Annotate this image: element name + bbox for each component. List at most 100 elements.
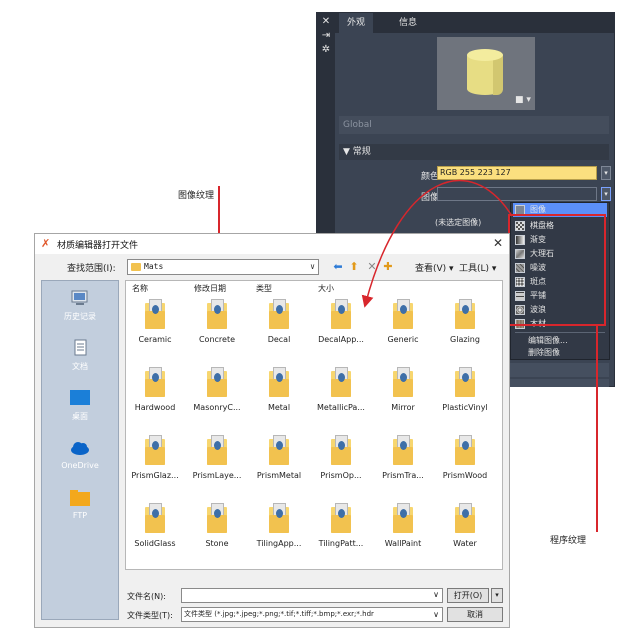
open-options-button[interactable]: ▾ [491,588,503,603]
place-documents[interactable]: 文档 [42,335,118,383]
place-desktop[interactable]: 桌面 [42,385,118,433]
tools-menu-button[interactable]: 工具(L) ▾ [459,261,496,274]
material-name-field[interactable]: Global [339,116,609,134]
chevron-down-icon: ▾ [526,95,531,105]
color-field[interactable]: RGB 255 223 127 [437,166,597,180]
close-icon[interactable]: ✕ [493,236,503,250]
file-item[interactable]: TilingPatt... [312,503,370,563]
preview-shape-icon: ■ [515,95,524,105]
menu-item-delete-image[interactable]: 删除图像 [528,347,560,358]
preview-options-button[interactable]: ■ ▾ [515,95,531,105]
color-dropdown-button[interactable]: ▾ [601,166,611,180]
file-item[interactable]: Hardwood [126,367,184,427]
material-folder-icon [455,435,475,465]
file-item[interactable]: PrismOp... [312,435,370,495]
back-arrow-icon[interactable]: ⬅ [331,260,345,274]
column-header-name[interactable]: 名称 [132,283,148,294]
file-name-label: 文件名(N): [127,592,166,601]
file-item[interactable]: Water [436,503,494,563]
file-item[interactable]: Decal [250,299,308,359]
file-name: Hardwood [134,403,176,412]
material-folder-icon [207,435,227,465]
dialog-title: 材质编辑器打开文件 [57,241,139,251]
material-folder-icon [269,435,289,465]
file-name: WallPaint [384,539,422,548]
file-item[interactable]: Ceramic [126,299,184,359]
material-folder-icon [145,367,165,397]
file-item[interactable]: SolidGlass [126,503,184,563]
file-item[interactable]: PrismWood [436,435,494,495]
file-item[interactable]: PlasticVinyl [436,367,494,427]
places-bar: 历史记录 文档 桌面 OneDrive FTP [41,280,119,620]
close-icon[interactable]: ✕ [320,16,332,28]
up-folder-icon[interactable]: ⬆ [347,260,361,274]
chevron-down-icon: ∨ [433,610,439,619]
document-icon [74,339,87,356]
file-name: Metal [267,403,291,412]
file-item[interactable]: Metal [250,367,308,427]
column-header-modified[interactable]: 修改日期 [194,283,226,294]
file-name: MetallicPa... [317,403,365,412]
no-image-text: (未选定图像) [435,218,482,227]
gear-icon[interactable]: ✲ [320,44,332,56]
view-menu-button[interactable]: 查看(V) ▾ [415,261,454,274]
chevron-down-icon[interactable]: ∨ [433,590,439,599]
section-general-header[interactable]: ▼ 常规 [339,144,609,160]
material-folder-icon [269,299,289,329]
file-name: SolidGlass [134,539,176,548]
new-folder-icon[interactable]: ✚ [381,260,395,274]
material-folder-icon [393,367,413,397]
image-dropdown-button[interactable]: ▾ [601,187,611,201]
open-button[interactable]: 打开(O) [447,588,489,603]
file-item[interactable]: WallPaint [374,503,432,563]
file-item[interactable]: Glazing [436,299,494,359]
file-item[interactable]: PrismGlaz... [126,435,184,495]
file-item[interactable]: DecalApp... [312,299,370,359]
file-item[interactable]: PrismTra... [374,435,432,495]
file-item[interactable]: TilingApp... [250,503,308,563]
file-name-input[interactable]: ∨ [181,588,443,603]
file-item[interactable]: Mirror [374,367,432,427]
file-name: Water [453,539,477,548]
file-name: Generic [387,335,419,344]
ftp-folder-icon [70,490,90,506]
image-field[interactable] [437,187,597,201]
column-header-type[interactable]: 类型 [256,283,272,294]
material-folder-icon [331,299,351,329]
column-header-size[interactable]: 大小 [318,283,334,294]
file-name: PrismGlaz... [131,471,179,480]
file-item[interactable]: Generic [374,299,432,359]
cancel-button[interactable]: 取消 [447,607,503,622]
delete-icon[interactable]: ✕ [365,260,379,274]
material-folder-icon [455,367,475,397]
file-list[interactable]: 名称 修改日期 类型 大小 Ceramic Concrete Decal DecalA… [125,280,503,570]
file-type-select[interactable]: 文件类型 (*.jpg;*.jpeg;*.png;*.tif;*.tiff;*.… [181,607,443,622]
autohide-icon[interactable]: ⇥ [320,30,332,42]
look-in-select[interactable]: Mats ∨ [127,259,319,275]
menu-item-edit-image[interactable]: 编辑图像... [528,335,568,346]
file-item[interactable]: Stone [188,503,246,563]
file-item[interactable]: PrismMetal [250,435,308,495]
file-item[interactable]: MetallicPa... [312,367,370,427]
material-folder-icon [207,503,227,533]
file-item[interactable]: MasonryC... [188,367,246,427]
material-folder-icon [331,435,351,465]
file-name: Mirror [391,403,415,412]
place-ftp[interactable]: FTP [42,485,118,533]
file-item[interactable]: Concrete [188,299,246,359]
procedural-texture-annotation: 程序纹理 [550,536,587,546]
dialog-title-bar[interactable]: ✗ 材质编辑器打开文件 ✕ [35,234,509,254]
place-history[interactable]: 历史记录 [42,285,118,333]
tab-appearance[interactable]: 外观 [339,13,374,33]
file-name: PrismOp... [320,471,362,480]
history-icon [71,290,88,305]
image-texture-annotation: 图像纹理 [178,191,215,201]
place-onedrive[interactable]: OneDrive [42,435,118,483]
file-name: Glazing [450,335,480,344]
material-folder-icon [269,367,289,397]
procedural-texture-highlight [508,214,606,326]
image-label: 图像 [420,193,439,203]
material-folder-icon [393,435,413,465]
file-item[interactable]: PrismLaye... [188,435,246,495]
tab-information[interactable]: 信息 [391,13,425,33]
